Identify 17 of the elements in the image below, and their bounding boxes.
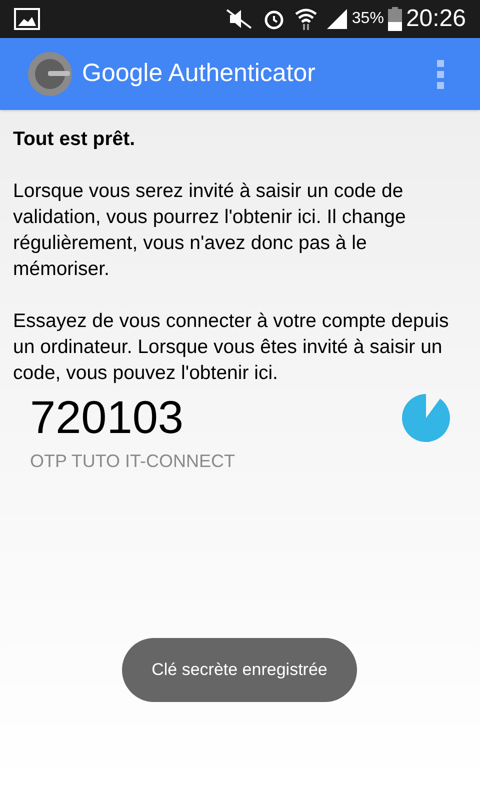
mute-icon: [224, 8, 254, 30]
overflow-menu-button[interactable]: [435, 58, 446, 90]
battery-icon: [388, 7, 402, 31]
clock-time: 20:26: [406, 4, 466, 34]
app-title: Google Authenticator: [82, 58, 316, 90]
countdown-timer-icon: [402, 394, 450, 442]
otp-code: 720103: [30, 390, 184, 444]
instruction-paragraph: Essayez de vous connecter à votre compte depuis un ordinateur. Lorsque vous êtes invité à saisir un code, vous pouvez l'obtenir ici.: [13, 309, 450, 386]
signal-icon: [326, 8, 348, 30]
image-icon: [14, 8, 40, 30]
heading: Tout est prêt.: [13, 127, 136, 152]
toast-message: Clé secrète enregistrée: [122, 638, 357, 702]
account-name: OTP TUTO IT-CONNECT: [30, 450, 236, 473]
authenticator-logo-icon: [28, 52, 72, 96]
instruction-paragraph: Lorsque vous serez invité à saisir un code de validation, vous pourrez l'obtenir ici. Il change régulièrement, vous n'avez donc pas à le mémoriser.: [13, 179, 407, 282]
battery-percentage: 35%: [352, 9, 384, 29]
wifi-icon: [294, 7, 318, 31]
